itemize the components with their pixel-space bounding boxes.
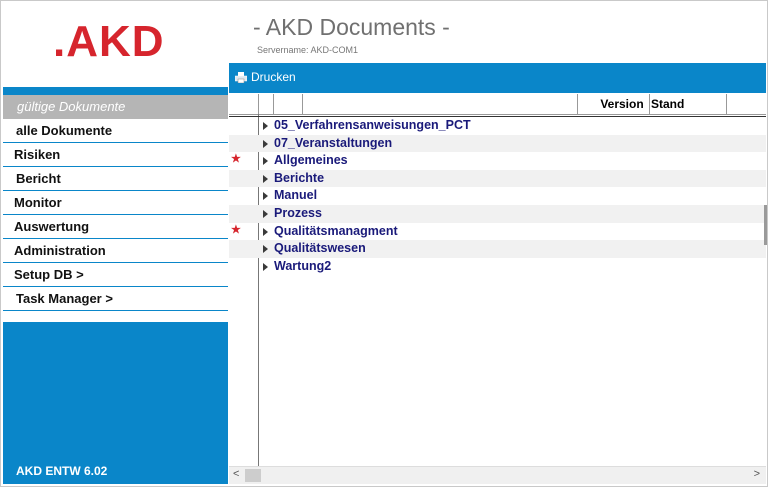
server-name: Servername: AKD-COM1	[257, 45, 359, 55]
header-divider	[302, 94, 303, 114]
folder-row[interactable]: Prozess	[229, 204, 766, 223]
sidebar-item-task-manager[interactable]: Task Manager >	[3, 287, 228, 311]
version-label: AKD ENTW 6.02	[16, 464, 108, 478]
column-header-version[interactable]: Version	[596, 97, 648, 111]
header-divider	[258, 94, 259, 114]
header-divider	[649, 94, 650, 114]
folder-label: 05_Verfahrensanweisungen_PCT	[274, 118, 471, 132]
expand-arrow-icon[interactable]	[263, 157, 268, 166]
header-divider	[726, 94, 727, 114]
expand-arrow-icon[interactable]	[263, 139, 268, 148]
folder-label: Qualitätsmanagment	[274, 223, 398, 238]
sidebar-accent-bar	[3, 87, 228, 95]
scroll-right-icon[interactable]: >	[754, 468, 760, 480]
expand-arrow-icon[interactable]	[263, 174, 268, 183]
expand-arrow-icon[interactable]	[263, 227, 268, 236]
expand-arrow-icon[interactable]	[263, 122, 268, 130]
sidebar-item-administration[interactable]: Administration	[3, 239, 228, 263]
grid-header: Version Stand	[229, 94, 766, 115]
scrollbar-thumb[interactable]	[245, 469, 261, 482]
folder-row[interactable]: 05_Verfahrensanweisungen_PCT	[229, 116, 766, 135]
print-button[interactable]: Drucken	[235, 70, 296, 84]
folder-label: Allgemeines	[274, 153, 348, 168]
printer-icon	[235, 71, 247, 83]
folder-row[interactable]: ★ Allgemeines	[229, 152, 766, 170]
document-grid: Version Stand 05_Verfahrensanweisungen_P…	[229, 94, 766, 466]
folder-label: Prozess	[274, 205, 322, 220]
folder-row[interactable]: Berichte	[229, 169, 766, 188]
folder-label: Manuel	[274, 188, 318, 203]
toolbar: Drucken	[229, 63, 766, 93]
horizontal-scrollbar[interactable]: < >	[229, 466, 766, 484]
header-divider	[273, 94, 274, 114]
folder-row[interactable]: Wartung2	[229, 258, 766, 276]
folder-list: 05_Verfahrensanweisungen_PCT 07_Veransta…	[229, 116, 766, 275]
expand-arrow-icon[interactable]	[263, 192, 268, 201]
folder-row[interactable]: ★ Qualitätsmanagment	[229, 223, 766, 241]
folder-label: 07_Veranstaltungen	[274, 135, 393, 150]
folder-row[interactable]: Manuel	[229, 187, 766, 205]
akd-logo: .AKD	[53, 17, 165, 66]
window-edge-handle[interactable]	[764, 205, 767, 245]
folder-label: Berichte	[274, 170, 325, 185]
expand-arrow-icon[interactable]	[263, 262, 268, 271]
sidebar-item-auswertung[interactable]: Auswertung	[3, 215, 228, 239]
page-title: - AKD Documents -	[253, 14, 450, 40]
expand-arrow-icon[interactable]	[263, 209, 268, 218]
sidebar-item-alle-dokumente[interactable]: alle Dokumente	[3, 119, 228, 143]
folder-row[interactable]: 07_Veranstaltungen	[229, 134, 766, 153]
folder-row[interactable]: Qualitätswesen	[229, 240, 766, 258]
sidebar-item-monitor[interactable]: Monitor	[3, 191, 228, 215]
folder-label: Qualitätswesen	[274, 241, 366, 256]
print-label: Drucken	[251, 70, 296, 84]
star-icon: ★	[231, 153, 241, 166]
folder-label: Wartung2	[274, 258, 332, 273]
sidebar-item-risiken[interactable]: Risiken	[3, 143, 228, 167]
sidebar-footer: AKD ENTW 6.02	[3, 322, 228, 484]
sidebar-item-setup-db[interactable]: Setup DB >	[3, 263, 228, 287]
sidebar-heading: gültige Dokumente	[3, 95, 228, 119]
expand-arrow-icon[interactable]	[263, 245, 268, 254]
header-divider	[577, 94, 578, 114]
sidebar-nav: alle Dokumente Risiken Bericht Monitor A…	[3, 119, 228, 311]
star-icon: ★	[231, 223, 241, 236]
sidebar: .AKD gültige Dokumente alle Dokumente Ri…	[3, 2, 228, 484]
sidebar-item-bericht[interactable]: Bericht	[3, 167, 228, 191]
scroll-left-icon[interactable]: <	[233, 468, 239, 480]
column-header-stand[interactable]: Stand	[651, 97, 684, 111]
